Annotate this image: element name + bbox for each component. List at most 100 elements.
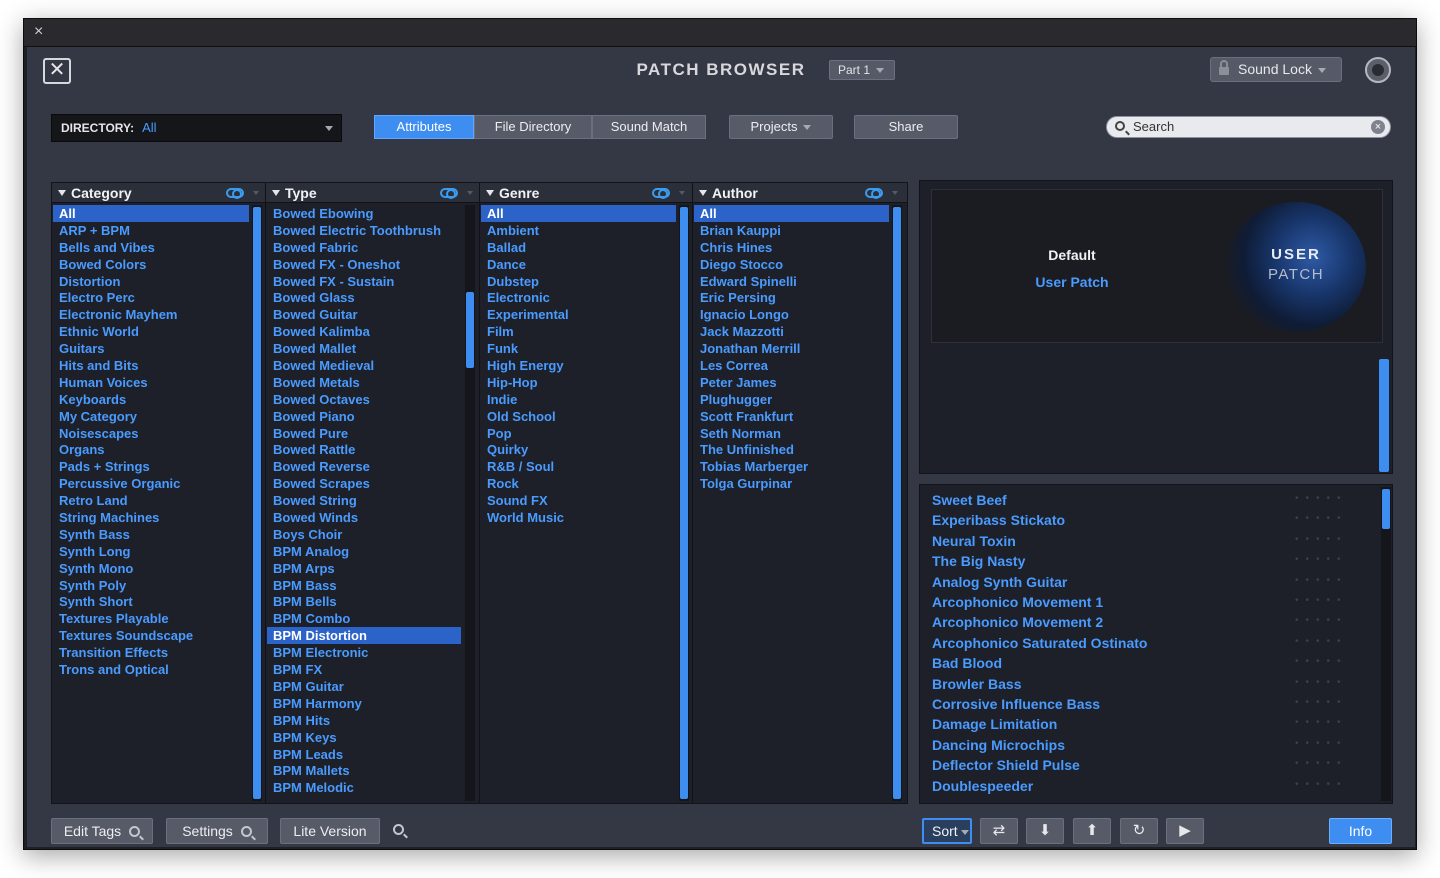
rating-dots[interactable]: ••••• (1295, 595, 1348, 606)
list-item[interactable]: Chris Hines (694, 239, 889, 256)
sound-lock-button[interactable]: Sound Lock (1210, 57, 1342, 82)
search-input[interactable]: Search × (1106, 116, 1391, 138)
list-item[interactable]: Experimental (481, 306, 676, 323)
rating-dots[interactable]: ••••• (1295, 717, 1348, 728)
author-header[interactable]: Author (693, 183, 907, 203)
list-item[interactable]: Organs (53, 441, 249, 458)
list-item[interactable]: Keyboards (53, 391, 249, 408)
patch-item[interactable]: Analog Synth Guitar (932, 574, 1067, 590)
type-scrollbar[interactable] (465, 205, 475, 801)
list-item[interactable]: Bowed Mallet (267, 340, 461, 357)
list-item[interactable]: BPM Distortion (267, 627, 461, 645)
genre-scrollbar[interactable] (679, 205, 689, 801)
list-item[interactable]: Sound FX (481, 492, 676, 509)
patch-item[interactable]: Damage Limitation (932, 716, 1057, 732)
type-header[interactable]: Type (266, 183, 479, 203)
list-item[interactable]: Bowed Rattle (267, 441, 461, 458)
list-item[interactable]: My Category (53, 408, 249, 425)
list-item[interactable]: Electro Perc (53, 289, 249, 306)
list-item[interactable]: Jack Mazzotti (694, 323, 889, 340)
clear-icon[interactable]: × (1371, 120, 1385, 134)
scrollbar-thumb[interactable] (466, 292, 474, 368)
list-item[interactable]: All (481, 205, 676, 222)
category-header[interactable]: Category (52, 183, 265, 203)
list-item[interactable]: Bowed Electric Toothbrush (267, 222, 461, 239)
arrow-up-icon[interactable]: ⬆ (1073, 818, 1111, 844)
list-item[interactable]: Textures Soundscape (53, 627, 249, 644)
rating-dots[interactable]: ••••• (1295, 758, 1348, 769)
patch-item[interactable]: Dancing Microchips (932, 737, 1065, 753)
list-item[interactable]: Bowed Pure (267, 425, 461, 442)
list-item[interactable]: BPM Harmony (267, 695, 461, 712)
link-icon[interactable] (652, 188, 670, 199)
rating-dots[interactable]: ••••• (1295, 697, 1348, 708)
list-item[interactable]: Bowed Kalimba (267, 323, 461, 340)
list-item[interactable]: BPM Melodic (267, 779, 461, 796)
rating-dots[interactable]: ••••• (1295, 513, 1348, 524)
list-item[interactable]: Brian Kauppi (694, 222, 889, 239)
list-item[interactable]: ARP + BPM (53, 222, 249, 239)
list-item[interactable]: Diego Stocco (694, 256, 889, 273)
list-item[interactable]: Peter James (694, 374, 889, 391)
list-item[interactable]: Ethnic World (53, 323, 249, 340)
list-item[interactable]: Ignacio Longo (694, 306, 889, 323)
list-item[interactable]: All (53, 205, 249, 222)
list-item[interactable]: Synth Long (53, 543, 249, 560)
scrollbar-thumb[interactable] (1382, 489, 1390, 529)
zoom-icon[interactable] (393, 824, 404, 835)
patch-item[interactable]: Doublespeeder (932, 778, 1033, 794)
lite-version-button[interactable]: Lite Version (280, 818, 380, 844)
list-item[interactable]: Plughugger (694, 391, 889, 408)
list-item[interactable]: Tolga Gurpinar (694, 475, 889, 492)
list-item[interactable]: BPM Mallets (267, 762, 461, 779)
info-button[interactable]: Info (1329, 818, 1392, 844)
list-item[interactable]: String Machines (53, 509, 249, 526)
patch-item[interactable]: Arcophonico Saturated Ostinato (932, 635, 1147, 651)
rating-dots[interactable]: ••••• (1295, 554, 1348, 565)
list-item[interactable]: Boys Choir (267, 526, 461, 543)
list-item[interactable]: Pop (481, 425, 676, 442)
list-item[interactable]: BPM Keys (267, 729, 461, 746)
tab-attributes[interactable]: Attributes (374, 115, 474, 139)
list-item[interactable]: Textures Playable (53, 610, 249, 627)
link-icon[interactable] (865, 188, 883, 199)
list-item[interactable]: Bowed FX - Sustain (267, 273, 461, 290)
list-item[interactable]: BPM FX (267, 661, 461, 678)
patch-item[interactable]: Sweet Beef (932, 492, 1007, 508)
power-icon[interactable] (1365, 57, 1391, 83)
list-item[interactable]: Jonathan Merrill (694, 340, 889, 357)
list-item[interactable]: Indie (481, 391, 676, 408)
tab-sound-match[interactable]: Sound Match (592, 115, 706, 139)
list-item[interactable]: Les Correa (694, 357, 889, 374)
list-item[interactable]: Pads + Strings (53, 458, 249, 475)
list-item[interactable]: Funk (481, 340, 676, 357)
list-item[interactable]: Dance (481, 256, 676, 273)
rating-dots[interactable]: ••••• (1295, 615, 1348, 626)
list-item[interactable]: Hits and Bits (53, 357, 249, 374)
list-item[interactable]: Synth Poly (53, 577, 249, 594)
list-item[interactable]: Bowed String (267, 492, 461, 509)
list-item[interactable]: BPM Bells (267, 593, 461, 610)
list-item[interactable]: High Energy (481, 357, 676, 374)
link-icon[interactable] (440, 188, 458, 199)
patch-item[interactable]: Browler Bass (932, 676, 1021, 692)
list-item[interactable]: Synth Mono (53, 560, 249, 577)
settings-button[interactable]: Settings (166, 818, 268, 844)
list-item[interactable]: Bowed Fabric (267, 239, 461, 256)
list-item[interactable]: Bowed Metals (267, 374, 461, 391)
patch-list-scrollbar[interactable] (1381, 487, 1391, 801)
list-item[interactable]: Old School (481, 408, 676, 425)
patch-item[interactable]: Arcophonico Movement 2 (932, 614, 1103, 630)
list-item[interactable]: Quirky (481, 441, 676, 458)
list-item[interactable]: BPM Electronic (267, 644, 461, 661)
list-item[interactable]: Bowed Colors (53, 256, 249, 273)
rating-dots[interactable]: ••••• (1295, 779, 1348, 790)
list-item[interactable]: Ballad (481, 239, 676, 256)
list-item[interactable]: Bowed FX - Oneshot (267, 256, 461, 273)
patch-item[interactable]: Experibass Stickato (932, 512, 1065, 528)
arrow-down-icon[interactable]: ⬇ (1026, 818, 1064, 844)
patch-subtitle[interactable]: User Patch (992, 274, 1152, 290)
list-item[interactable]: Ambient (481, 222, 676, 239)
rating-dots[interactable]: ••••• (1295, 534, 1348, 545)
preview-scrollbar[interactable] (1379, 359, 1389, 472)
